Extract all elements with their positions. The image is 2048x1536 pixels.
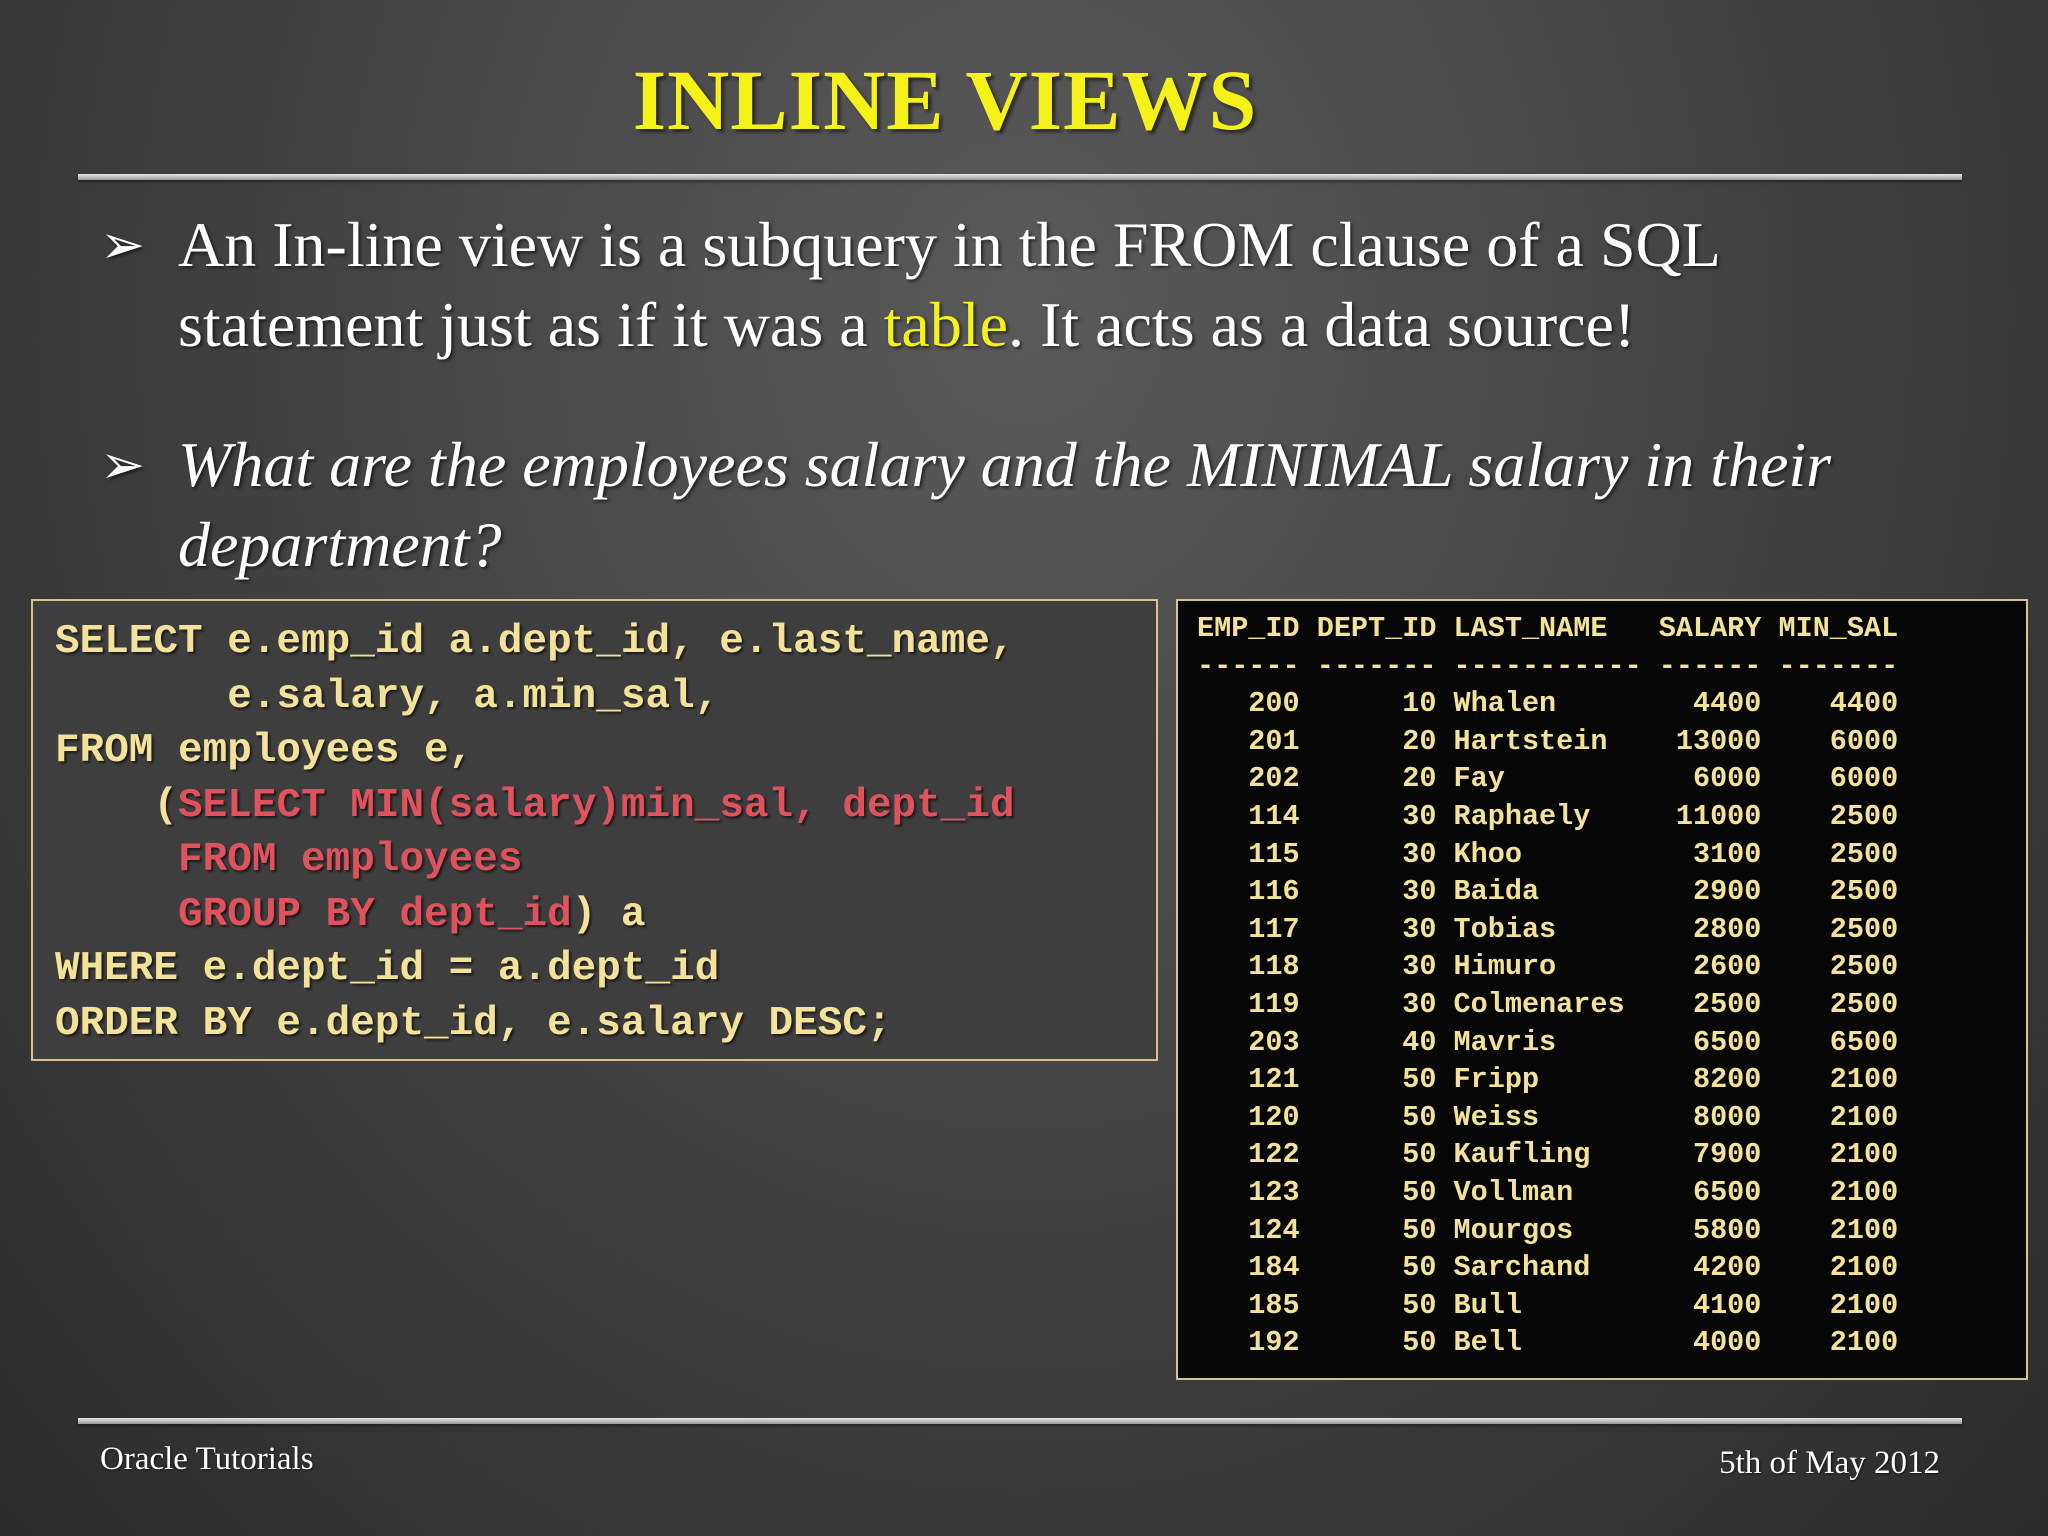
result-row: 116 30 Baida 2900 2500: [1197, 875, 1899, 909]
result-row: 122 50 Kaufling 7900 2100: [1197, 1138, 1899, 1172]
code-line: GROUP BY dept_id) a: [55, 891, 646, 938]
slide-title: INLINE VIEWS: [632, 52, 1258, 148]
sql-code-box: SELECT e.emp_id a.dept_id, e.last_name, …: [31, 599, 1158, 1061]
result-row: 203 40 Mavris 6500 6500: [1197, 1025, 1899, 1059]
result-row: 117 30 Tobias 2800 2500: [1197, 912, 1899, 946]
result-row: 123 50 Vollman 6500 2100: [1197, 1175, 1899, 1209]
bullet-question-line2: department?: [178, 509, 502, 580]
query-result-output: EMP_ID DEPT_ID LAST_NAME SALARY MIN_SAL …: [1176, 599, 2028, 1380]
result-separator: ------ ------- ----------- ------ ------…: [1197, 649, 1899, 683]
code-line: SELECT e.emp_id a.dept_id, e.last_name,: [55, 619, 1015, 665]
result-row: 121 50 Fripp 8200 2100: [1197, 1063, 1899, 1097]
arrow-bullet-icon: ➢: [100, 213, 146, 276]
top-divider: [78, 174, 1962, 180]
result-row: 185 50 Bull 4100 2100: [1197, 1288, 1899, 1322]
footer-left: Oracle Tutorials: [100, 1441, 314, 1477]
result-row: 119 30 Colmenares 2500 2500: [1197, 987, 1899, 1021]
code-line: ORDER BY e.dept_id, e.salary DESC;: [55, 1000, 892, 1047]
result-row: 184 50 Sarchand 4200 2100: [1197, 1251, 1899, 1285]
bullet-definition-line2: statement just as if it was a table. It …: [178, 289, 1636, 360]
result-rows: 200 10 Whalen 4400 4400 201 20 Hartstein…: [1197, 685, 2026, 1362]
result-row: 201 20 Hartstein 13000 6000: [1197, 724, 1899, 758]
code-line: e.salary, a.min_sal,: [55, 673, 720, 720]
result-row: 200 10 Whalen 4400 4400: [1197, 687, 1899, 721]
result-row: 202 20 Fay 6000 6000: [1197, 762, 1899, 796]
result-row: 118 30 Himuro 2600 2500: [1197, 950, 1899, 984]
arrow-bullet-icon: ➢: [100, 433, 146, 496]
bottom-divider: [78, 1418, 1962, 1424]
result-row: 120 50 Weiss 8000 2100: [1197, 1100, 1899, 1134]
code-line: FROM employees e,: [55, 728, 474, 774]
code-line: (SELECT MIN(salary)min_sal, dept_id: [55, 782, 1015, 829]
code-line: WHERE e.dept_id = a.dept_id: [55, 946, 720, 992]
result-header: EMP_ID DEPT_ID LAST_NAME SALARY MIN_SAL: [1197, 612, 1899, 645]
bullet-definition-line1: An In-line view is a subquery in the FRO…: [178, 209, 1721, 280]
highlight-table: table: [883, 289, 1008, 360]
bullet-question-line1: What are the employees salary and the MI…: [178, 429, 1832, 500]
footer-date: 5th of May 2012: [1719, 1445, 1940, 1481]
result-row: 192 50 Bell 4000 2100: [1197, 1326, 1899, 1360]
result-row: 115 30 Khoo 3100 2500: [1197, 837, 1899, 871]
result-row: 114 30 Raphaely 11000 2500: [1197, 799, 1899, 833]
code-line: FROM employees: [55, 837, 523, 883]
result-row: 124 50 Mourgos 5800 2100: [1197, 1213, 1899, 1247]
